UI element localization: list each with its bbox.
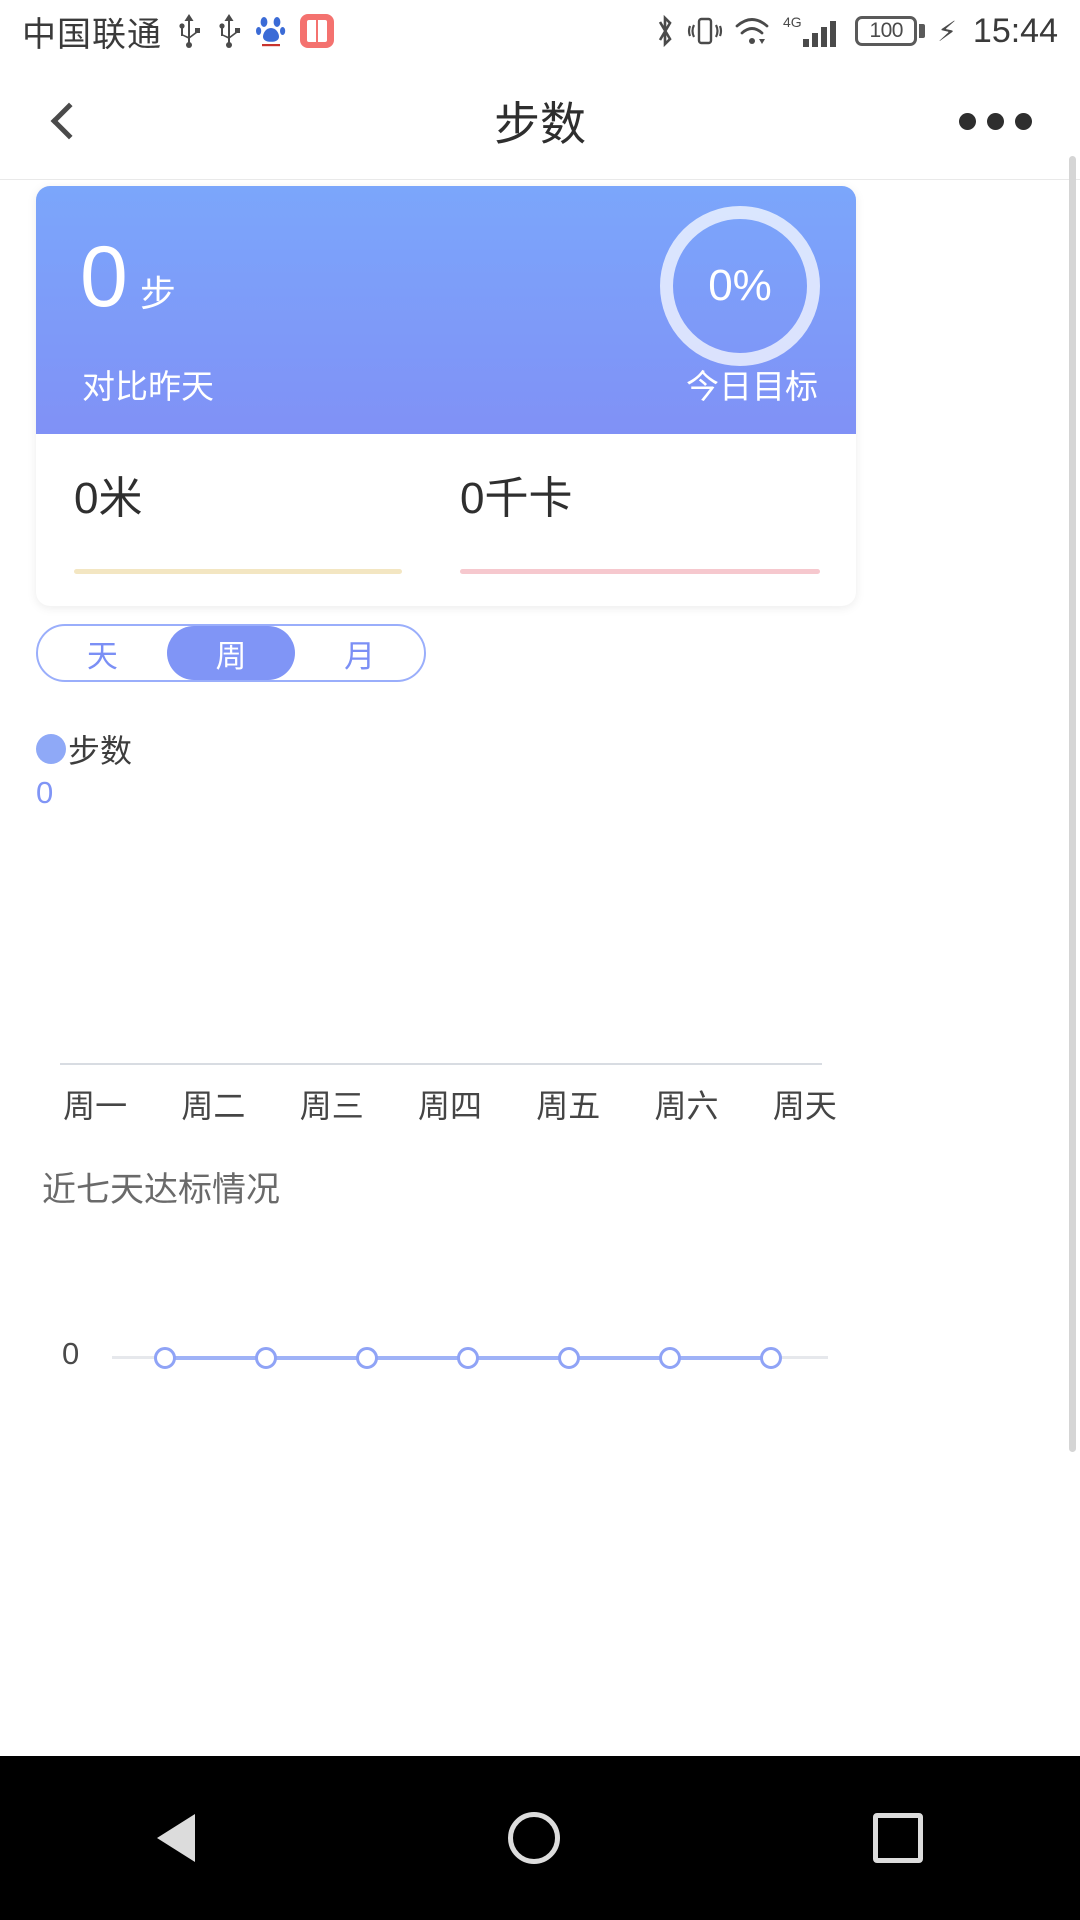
x-tick-label: 周一 xyxy=(63,1088,128,1124)
svg-text:4G: 4G xyxy=(783,14,802,30)
seven-day-y-tick-0: 0 xyxy=(62,1336,80,1371)
status-bar-right: 4G 100 ⚡ 15:44 xyxy=(653,12,1058,51)
vertical-scrollbar[interactable] xyxy=(1069,156,1076,1452)
usb-icon xyxy=(176,14,202,48)
steps-unit-label: 步 xyxy=(139,273,176,314)
seven-day-data-point xyxy=(255,1347,277,1369)
battery-icon: 100 xyxy=(855,16,926,46)
distance-value: 0米 xyxy=(74,474,143,523)
title-bar: 步数 xyxy=(0,62,1080,180)
page-title: 步数 xyxy=(494,98,586,150)
android-navigation-bar xyxy=(0,1756,1080,1920)
calories-stat: 0千卡 xyxy=(446,434,856,606)
x-tick-label: 周天 xyxy=(772,1088,837,1124)
goal-percent-label: 0% xyxy=(708,261,772,310)
goal-progress-ring: 0% xyxy=(660,206,820,366)
segment-tab-month[interactable]: 月 xyxy=(295,626,424,680)
seven-day-data-point xyxy=(356,1347,378,1369)
x-tick-label: 周三 xyxy=(299,1088,364,1124)
calories-progress-bar xyxy=(460,569,820,574)
steps-summary-card: 0 步 0% 对比昨天 今日目标 0米 0千卡 xyxy=(36,186,856,606)
chart-legend: 步数 xyxy=(36,726,132,772)
vibrate-icon xyxy=(687,13,723,49)
chart-x-axis-line xyxy=(60,1063,822,1065)
x-tick-label: 周四 xyxy=(417,1088,482,1124)
steps-value: 0 xyxy=(80,229,128,325)
bluetooth-icon xyxy=(653,13,677,49)
book-app-icon xyxy=(300,14,334,48)
segment-tab-week[interactable]: 周 xyxy=(166,626,296,680)
app-screen: 中国联通 4G 100 ⚡ 15:44 步数 0 步 0% 对比昨天 今日目标 … xyxy=(0,0,1080,1920)
clock-label: 15:44 xyxy=(972,11,1058,50)
seven-day-data-point xyxy=(154,1347,176,1369)
battery-level-label: 100 xyxy=(855,16,918,46)
x-tick-label: 周六 xyxy=(654,1088,719,1124)
segment-tab-day[interactable]: 天 xyxy=(38,626,167,680)
seven-day-data-point xyxy=(457,1347,479,1369)
period-segmented-control[interactable]: 天 周 月 xyxy=(36,624,426,682)
steps-hero-panel: 0 步 0% 对比昨天 今日目标 xyxy=(36,186,856,434)
chart-y-tick-0: 0 xyxy=(36,775,54,810)
seven-day-data-point xyxy=(558,1347,580,1369)
distance-progress-bar xyxy=(74,569,402,574)
seven-day-section-title: 近七天达标情况 xyxy=(42,1171,280,1209)
seven-day-data-point xyxy=(659,1347,681,1369)
cellular-signal-icon: 4G xyxy=(783,13,845,49)
battery-nub xyxy=(919,24,926,38)
carrier-label: 中国联通 xyxy=(22,15,162,54)
baidu-paw-icon xyxy=(256,15,286,47)
chart-x-tick-labels: 周一 周二 周三 周四 周五 周六 周天 xyxy=(36,1070,864,1138)
more-options-icon xyxy=(1014,112,1032,130)
status-bar: 中国联通 4G 100 ⚡ 15:44 xyxy=(0,0,1080,62)
nav-back-icon[interactable] xyxy=(156,1814,195,1862)
x-tick-label: 周二 xyxy=(181,1088,246,1124)
calories-value: 0千卡 xyxy=(460,474,573,523)
status-bar-left: 中国联通 xyxy=(22,7,334,56)
x-tick-label: 周五 xyxy=(536,1088,601,1124)
today-goal-label: 今日目标 xyxy=(686,368,818,405)
week-bar-chart-plot xyxy=(60,830,822,1062)
compare-yesterday-label: 对比昨天 xyxy=(82,368,214,405)
seven-day-line-chart: 0 xyxy=(36,1310,864,1410)
distance-stat: 0米 xyxy=(36,434,446,606)
more-options-icon xyxy=(958,112,976,130)
legend-label-steps: 步数 xyxy=(68,733,133,769)
stats-row: 0米 0千卡 xyxy=(36,434,856,606)
more-options-icon xyxy=(986,112,1004,130)
nav-home-icon[interactable] xyxy=(507,1812,560,1864)
more-options-button[interactable] xyxy=(940,62,1050,180)
nav-recents-icon[interactable] xyxy=(873,1813,924,1863)
steps-total: 0 步 xyxy=(80,234,176,320)
usb-icon xyxy=(216,14,242,48)
wifi-icon xyxy=(733,14,773,48)
legend-marker-icon xyxy=(36,734,66,764)
charging-bolt-icon: ⚡ xyxy=(937,15,957,47)
seven-day-data-point xyxy=(760,1347,782,1369)
